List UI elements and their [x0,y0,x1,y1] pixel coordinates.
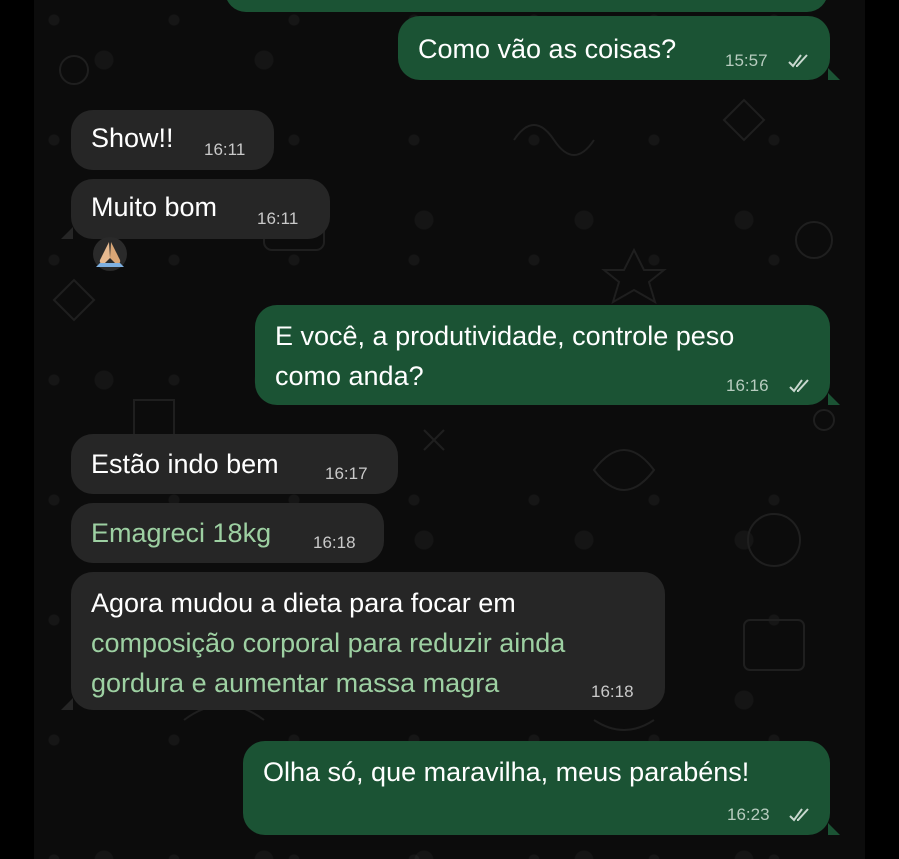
message-text: Show!! [91,123,174,153]
double-check-icon [789,808,809,822]
message-text-line: E você, a produtividade, controle peso [275,321,735,351]
bubble-tail [828,823,840,835]
double-check-icon [788,54,808,68]
message-bubble-outgoing[interactable]: Como vão as coisas? 15:57 [398,16,830,80]
message-text: Estão indo bem [91,449,279,479]
message-bubble-incoming[interactable]: Emagreci 18kg 16:18 [71,503,384,563]
message-time: 16:23 [727,805,770,824]
bubble-tail [61,698,73,710]
message-time: 16:11 [257,209,299,228]
message-bubble-incoming[interactable]: Muito bom 16:11 [71,179,330,239]
bubble-tail [828,393,840,405]
message-time: 15:57 [725,51,768,70]
message-text-line: composição corporal para reduzir ainda [91,628,566,658]
message-text: Muito bom [91,192,218,222]
message-text-line: Agora mudou a dieta para focar em [91,588,516,618]
message-text-line: gordura e aumentar massa magra [91,668,500,698]
message-text: Olha só, que maravilha, meus parabéns! [263,757,750,787]
message-bubble-outgoing-clipped[interactable] [225,0,828,12]
message-time: 16:18 [591,682,634,701]
message-text-line: como anda? [275,361,424,391]
message-bubble-outgoing[interactable]: E você, a produtividade, controle peso c… [255,305,830,405]
message-text: Emagreci 18kg [91,518,272,548]
message-time: 16:16 [726,376,769,395]
message-text: Como vão as coisas? [418,34,677,64]
message-bubble-outgoing[interactable]: Olha só, que maravilha, meus parabéns! 1… [243,741,830,835]
message-time: 16:11 [204,140,246,159]
bubble-tail [828,68,840,80]
message-bubble-incoming[interactable]: Show!! 16:11 [71,110,274,170]
double-check-icon [789,379,809,393]
message-time: 16:17 [325,464,368,483]
bubble-tail [61,227,73,239]
message-bubble-incoming[interactable]: Agora mudou a dieta para focar em compos… [71,572,665,710]
screen: Como vão as coisas? 15:57 Show!! 16:11 M… [0,0,899,859]
message-bubble-incoming[interactable]: Estão indo bem 16:17 [71,434,398,494]
message-time: 16:18 [313,533,356,552]
folded-hands-emoji-icon [93,237,127,271]
